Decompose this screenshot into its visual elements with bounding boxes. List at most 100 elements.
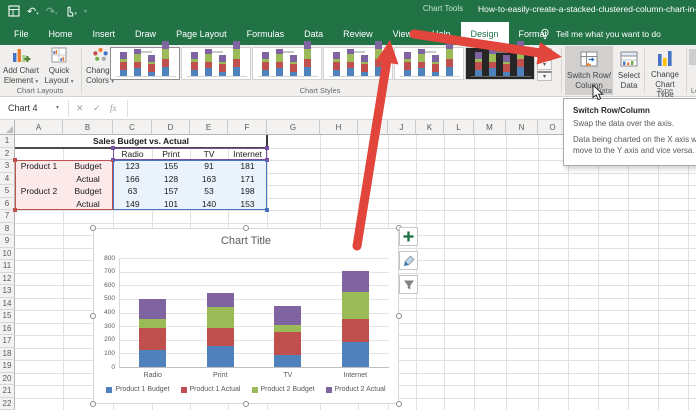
select-all-button[interactable] bbox=[0, 120, 15, 135]
column-header-C[interactable]: C bbox=[113, 120, 152, 135]
chart-title[interactable]: Chart Title bbox=[94, 235, 398, 247]
row-header-13[interactable]: 13 bbox=[0, 285, 15, 298]
enter-formula-icon[interactable]: ✓ bbox=[93, 99, 101, 118]
row-header-16[interactable]: 16 bbox=[0, 323, 15, 336]
insert-function-icon[interactable]: fx bbox=[110, 99, 117, 118]
bar-segment[interactable] bbox=[274, 325, 301, 332]
row-header-18[interactable]: 18 bbox=[0, 348, 15, 361]
row-header-14[interactable]: 14 bbox=[0, 298, 15, 311]
legend-item[interactable]: Product 2 Actual bbox=[326, 386, 386, 393]
tab-draw[interactable]: Draw bbox=[125, 22, 166, 45]
chart-style-thumbnail[interactable] bbox=[394, 47, 464, 80]
cell-value[interactable]: 163 bbox=[190, 173, 228, 186]
cell-series-type[interactable]: Actual bbox=[63, 173, 113, 186]
chart-style-thumbnail[interactable] bbox=[252, 47, 322, 80]
column-header-I[interactable]: I bbox=[358, 120, 388, 135]
gallery-more-button[interactable]: ▾ bbox=[537, 71, 552, 81]
row-header-20[interactable]: 20 bbox=[0, 373, 15, 386]
chart-selection-handle[interactable] bbox=[396, 313, 402, 319]
cancel-formula-icon[interactable]: ✕ bbox=[76, 99, 84, 118]
bar-segment[interactable] bbox=[274, 332, 301, 354]
bar-segment[interactable] bbox=[342, 342, 369, 367]
cell-category-header[interactable]: TV bbox=[190, 148, 228, 161]
categories-range-border-handle[interactable] bbox=[265, 158, 269, 162]
chart-selection-handle[interactable] bbox=[90, 313, 96, 319]
categories-range-border-handle[interactable] bbox=[265, 146, 269, 150]
bar-segment[interactable] bbox=[342, 271, 369, 292]
move-chart-icon-partial[interactable] bbox=[689, 49, 696, 65]
row-header-15[interactable]: 15 bbox=[0, 310, 15, 323]
bar-segment[interactable] bbox=[139, 328, 166, 351]
tab-view[interactable]: View bbox=[383, 22, 422, 45]
bar-segment[interactable] bbox=[207, 307, 234, 328]
column-header-A[interactable]: A bbox=[15, 120, 63, 135]
row-header-10[interactable]: 10 bbox=[0, 248, 15, 261]
tab-home[interactable]: Home bbox=[39, 22, 83, 45]
chart-selection-handle[interactable] bbox=[396, 401, 402, 407]
bar-segment[interactable] bbox=[139, 319, 166, 328]
bar-segment[interactable] bbox=[342, 292, 369, 319]
cell-value[interactable]: 53 bbox=[190, 185, 228, 198]
tab-design[interactable]: Design bbox=[461, 22, 509, 45]
cell-category-header[interactable]: Print bbox=[152, 148, 190, 161]
bar-segment[interactable] bbox=[207, 346, 234, 367]
redo-icon[interactable]: ↷▾ bbox=[46, 2, 58, 20]
column-header-G[interactable]: G bbox=[267, 120, 320, 135]
undo-icon[interactable]: ↶▾ bbox=[27, 2, 39, 20]
cell-value[interactable]: 63 bbox=[113, 185, 152, 198]
cell-series-type[interactable]: Actual bbox=[63, 198, 113, 211]
tell-me-box[interactable]: Tell me what you want to do bbox=[540, 22, 661, 45]
bar-segment[interactable] bbox=[139, 299, 166, 319]
customize-toolbar-icon[interactable]: ▿ bbox=[84, 8, 87, 15]
tab-insert[interactable]: Insert bbox=[83, 22, 126, 45]
cell-value[interactable]: 166 bbox=[113, 173, 152, 186]
tab-help[interactable]: Help bbox=[422, 22, 461, 45]
row-header-11[interactable]: 11 bbox=[0, 260, 15, 273]
chart-styles-brush-icon[interactable] bbox=[399, 251, 418, 270]
gallery-scroll-up-button[interactable]: ▴ bbox=[537, 48, 552, 58]
chart-style-thumbnail[interactable] bbox=[181, 47, 251, 80]
excel-app-icon[interactable] bbox=[8, 5, 20, 17]
row-header-5[interactable]: 5 bbox=[0, 185, 15, 198]
cell-value[interactable]: 155 bbox=[152, 160, 190, 173]
column-header-D[interactable]: D bbox=[152, 120, 190, 135]
cell-product-name[interactable]: Product 1 bbox=[15, 160, 63, 173]
bar-segment[interactable] bbox=[207, 328, 234, 345]
categories-range-border-handle[interactable] bbox=[111, 146, 115, 150]
cell-value[interactable]: 181 bbox=[228, 160, 267, 173]
column-header-L[interactable]: L bbox=[444, 120, 474, 135]
column-header-E[interactable]: E bbox=[190, 120, 228, 135]
cell-value[interactable]: 123 bbox=[113, 160, 152, 173]
legend-item[interactable]: Product 2 Budget bbox=[252, 386, 315, 393]
cell-value[interactable]: 91 bbox=[190, 160, 228, 173]
tab-page-layout[interactable]: Page Layout bbox=[166, 22, 237, 45]
legend-item[interactable]: Product 1 Budget bbox=[106, 386, 169, 393]
bar-segment[interactable] bbox=[342, 319, 369, 342]
values-range-border-handle[interactable] bbox=[265, 208, 269, 212]
bar-segment[interactable] bbox=[139, 350, 166, 367]
cell-value[interactable]: 128 bbox=[152, 173, 190, 186]
row-header-21[interactable]: 21 bbox=[0, 385, 15, 398]
series-names-range-border-handle[interactable] bbox=[13, 158, 17, 162]
cell-series-type[interactable]: Budget bbox=[63, 185, 113, 198]
row-header-9[interactable]: 9 bbox=[0, 235, 15, 248]
row-header-8[interactable]: 8 bbox=[0, 223, 15, 236]
bar-segment[interactable] bbox=[207, 293, 234, 307]
cell-value[interactable]: 157 bbox=[152, 185, 190, 198]
row-header-1[interactable]: 1 bbox=[0, 135, 15, 148]
name-box-dropdown-icon[interactable]: ▾ bbox=[56, 99, 59, 118]
chart-style-thumbnail[interactable] bbox=[465, 47, 535, 80]
cell-value[interactable]: 140 bbox=[190, 198, 228, 211]
column-header-M[interactable]: M bbox=[474, 120, 506, 135]
chart-elements-plus-icon[interactable] bbox=[399, 227, 418, 246]
cell-value[interactable]: 171 bbox=[228, 173, 267, 186]
row-header-12[interactable]: 12 bbox=[0, 273, 15, 286]
tab-file[interactable]: File bbox=[4, 22, 39, 45]
column-header-N[interactable]: N bbox=[506, 120, 538, 135]
chart-selection-handle[interactable] bbox=[243, 401, 249, 407]
chart-object[interactable]: Chart Title0100200300400500600700800Radi… bbox=[93, 228, 399, 404]
touch-mode-icon[interactable]: ▾ bbox=[64, 5, 77, 17]
row-header-17[interactable]: 17 bbox=[0, 335, 15, 348]
series-names-range-border-handle[interactable] bbox=[13, 208, 17, 212]
row-header-4[interactable]: 4 bbox=[0, 173, 15, 186]
